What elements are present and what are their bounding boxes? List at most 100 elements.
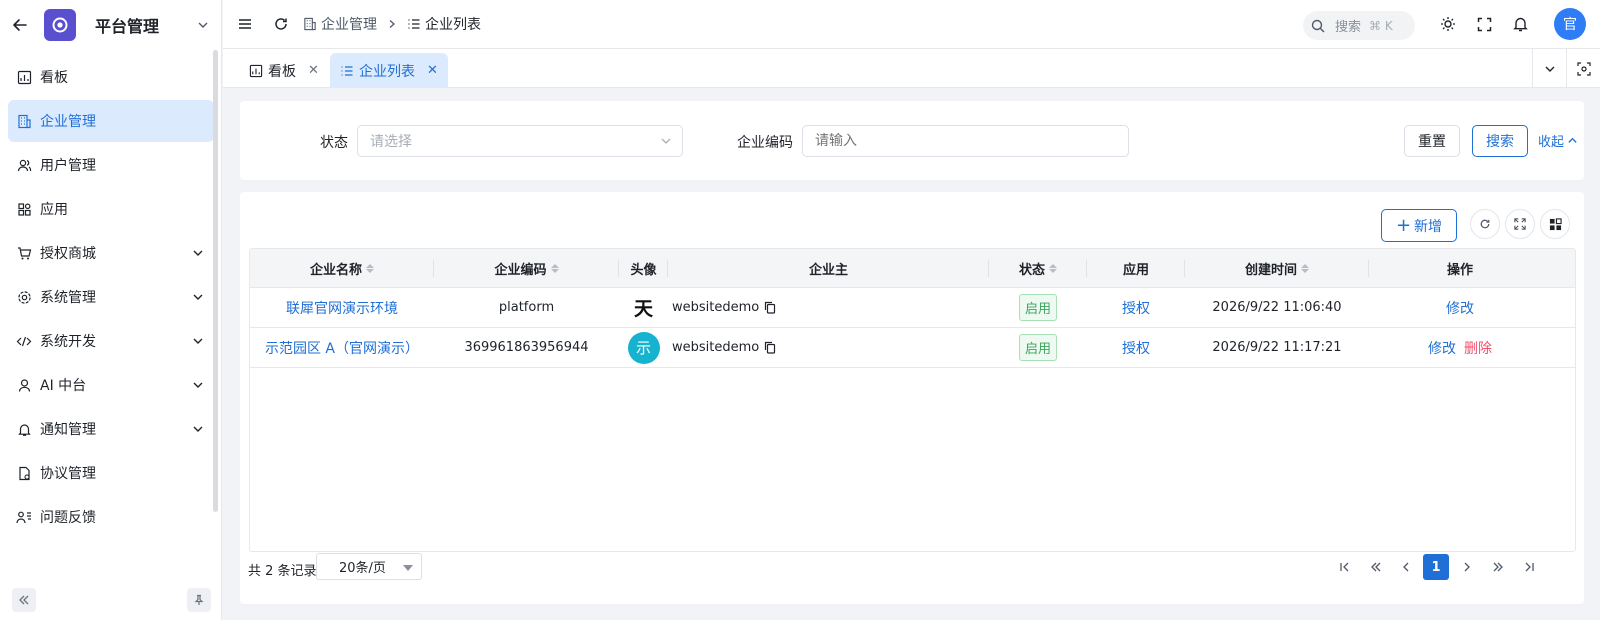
apps-icon [16,201,32,217]
sidebar-scrollbar[interactable] [213,50,218,512]
reset-button[interactable]: 重置 [1404,125,1460,157]
breadcrumb-item[interactable]: 企业管理 [321,14,377,34]
tab-bar: 看板 ✕ 企业列表 ✕ [223,49,1600,88]
column-settings-icon[interactable] [1540,209,1570,239]
collapse-toggle[interactable]: 收起 [1538,131,1578,150]
cell-owner: websitedemo [668,288,989,327]
sidebar-item-ai-platform[interactable]: AI 中台 [8,364,214,406]
enterprise-name-link[interactable]: 示范园区 A（官网演示） [265,338,419,358]
cell-name: 联犀官网演示环境 [250,288,434,327]
column-header-name[interactable]: 企业名称 [250,249,434,287]
collapse-sidebar-icon[interactable] [12,588,36,612]
sidebar-item-label: 协议管理 [40,466,96,482]
status-badge: 启用 [1018,334,1057,361]
column-header-app: 应用 [1087,249,1185,287]
cell-code: 369961863956944 [464,340,589,355]
sidebar-item-agreements[interactable]: 协议管理 [8,452,214,494]
page-size-value: 20条/页 [339,561,386,576]
column-title: 应用 [1122,262,1149,278]
sort-icon[interactable] [366,263,374,273]
bell-icon[interactable] [1510,14,1530,34]
dashboard-icon [249,64,263,78]
sidebar-item-system-settings[interactable]: 系统管理 [8,276,214,318]
sidebar-item-enterprise[interactable]: 企业管理 [8,100,214,142]
menu-toggle-icon[interactable] [235,14,255,34]
column-title: 企业名称 [309,262,362,278]
column-header-created[interactable]: 创建时间 [1185,249,1369,287]
sidebar-item-feedback[interactable]: 问题反馈 [8,496,214,538]
authorize-link[interactable]: 授权 [1122,338,1150,358]
screenshot-icon[interactable] [1566,49,1600,88]
sidebar-item-label: AI 中台 [40,378,87,394]
gear-icon [16,289,32,305]
add-button[interactable]: + 新增 [1381,209,1457,242]
page-size-select[interactable]: 20条/页 [316,553,422,580]
column-title: 企业编码 [494,262,547,278]
chevron-down-icon [192,335,204,347]
cell-owner: websitedemo [668,328,989,367]
search-placeholder: 搜索 [1335,20,1362,35]
expand-icon[interactable] [1505,209,1535,239]
sidebar-item-label: 用户管理 [40,158,96,174]
page-number-current[interactable]: 1 [1423,554,1449,580]
refresh-icon[interactable] [271,14,291,34]
status-badge: 启用 [1018,294,1057,321]
last-page-icon[interactable] [1516,554,1542,580]
global-search[interactable]: 搜索 ⌘ K [1303,11,1415,40]
status-select[interactable]: 请选择 [357,125,683,157]
refresh-icon[interactable] [1470,209,1500,239]
sidebar-item-users[interactable]: 用户管理 [8,144,214,186]
code-input[interactable] [802,125,1129,157]
enterprise-name-link[interactable]: 联犀官网演示环境 [286,298,398,318]
search-icon [1311,19,1325,33]
dashboard-icon [16,69,32,85]
close-icon[interactable]: ✕ [308,63,319,78]
building-icon [16,113,32,129]
chevron-down-icon[interactable] [197,19,209,31]
sidebar-item-license-store[interactable]: 授权商城 [8,232,214,274]
filter-panel: 状态 请选择 企业编码 重置 搜索 收起 [240,101,1584,180]
tab-dashboard[interactable]: 看板 ✕ [239,53,329,88]
sidebar-item-label: 应用 [40,202,68,218]
edit-button[interactable]: 修改 [1446,298,1474,318]
cell-app: 授权 [1087,288,1185,327]
tab-label: 看板 [268,63,296,80]
sort-icon[interactable] [1049,263,1057,273]
column-header-status[interactable]: 状态 [989,249,1087,287]
prev-page-icon[interactable] [1393,554,1419,580]
sidebar-title[interactable]: 平台管理 [95,13,159,37]
sun-icon[interactable] [1438,14,1458,34]
column-header-code[interactable]: 企业编码 [434,249,619,287]
list-icon [407,17,421,31]
sort-icon[interactable] [550,263,559,273]
close-icon[interactable]: ✕ [427,63,438,78]
chevron-right-icon [387,19,397,29]
copy-icon[interactable] [759,301,776,314]
sidebar-item-apps[interactable]: 应用 [8,188,214,230]
next-group-icon[interactable] [1485,554,1511,580]
sidebar-item-system-dev[interactable]: 系统开发 [8,320,214,362]
back-arrow-icon[interactable] [10,15,30,35]
column-title: 状态 [1018,262,1045,278]
edit-button[interactable]: 修改 [1428,338,1456,358]
prev-group-icon[interactable] [1363,554,1389,580]
cell-avatar: 天 [619,288,668,327]
copy-icon[interactable] [759,341,776,354]
authorize-link[interactable]: 授权 [1122,298,1150,318]
chevron-down-icon[interactable] [1532,49,1566,88]
sidebar-item-label: 看板 [40,70,68,86]
tab-enterprise-list[interactable]: 企业列表 ✕ [330,53,448,88]
next-page-icon[interactable] [1454,554,1480,580]
fullscreen-icon[interactable] [1474,14,1494,34]
user-avatar[interactable]: 官 [1554,8,1586,40]
search-button[interactable]: 搜索 [1472,125,1528,157]
status-label: 状态 [320,135,348,151]
first-page-icon[interactable] [1332,554,1358,580]
chevron-down-icon [192,247,204,259]
pin-icon[interactable] [187,588,211,612]
sidebar-item-dashboard[interactable]: 看板 [8,56,214,98]
sidebar-item-label: 问题反馈 [40,510,96,526]
sidebar-item-notifications[interactable]: 通知管理 [8,408,214,450]
delete-button[interactable]: 删除 [1464,338,1492,358]
sort-icon[interactable] [1301,263,1309,273]
